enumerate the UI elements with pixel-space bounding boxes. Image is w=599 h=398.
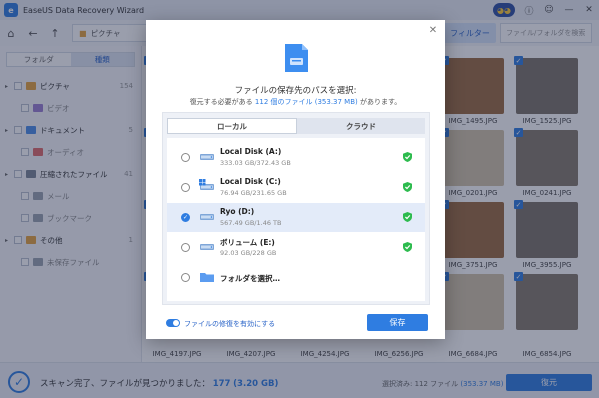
drive-option[interactable]: ✓ Ryo (D:) 567.49 GB/1.46 TB — [167, 203, 425, 232]
dialog-subtitle: 復元する必要がある 112 個のファイル (353.37 MB) があります。 — [189, 98, 402, 106]
shield-check-icon — [403, 242, 412, 252]
repair-toggle[interactable] — [166, 319, 180, 327]
drive-option[interactable]: ボリューム (E:) 92.03 GB/228 GB — [167, 233, 425, 262]
drive-icon — [200, 154, 214, 160]
radio[interactable] — [181, 273, 190, 282]
drive-size: 92.03 GB/228 GB — [220, 249, 277, 257]
shield-check-icon — [403, 152, 412, 162]
folder-icon — [200, 273, 214, 282]
tab-cloud[interactable]: クラウド — [297, 118, 425, 134]
windows-drive-icon — [199, 179, 214, 190]
shield-check-icon — [403, 212, 412, 222]
drive-size: 333.03 GB/372.43 GB — [220, 159, 291, 167]
drive-icon — [200, 244, 214, 250]
drive-name: Local Disk (A:) — [220, 147, 282, 156]
save-button[interactable]: 保存 — [367, 314, 428, 331]
close-icon[interactable]: ✕ — [427, 24, 439, 36]
drive-name: ボリューム (E:) — [220, 238, 275, 247]
drive-option[interactable]: Local Disk (C:) 76.94 GB/231.65 GB — [167, 173, 425, 202]
shield-check-icon — [403, 182, 412, 192]
radio[interactable] — [181, 153, 190, 162]
drive-name: フォルダを選択… — [220, 274, 280, 283]
location-tabs: ローカル クラウド — [167, 118, 425, 134]
radio[interactable] — [181, 183, 190, 192]
repair-toggle-label: ファイルの修復を有効にする — [184, 320, 276, 328]
drive-name: Ryo (D:) — [220, 207, 255, 216]
drive-option[interactable]: フォルダを選択… — [167, 263, 425, 292]
save-file-icon — [285, 44, 308, 72]
location-panel: ローカル クラウド Local Disk (A:) 333.03 GB/372.4… — [162, 112, 430, 305]
drive-list: Local Disk (A:) 333.03 GB/372.43 GB Local … — [167, 138, 425, 301]
drive-size: 76.94 GB/231.65 GB — [220, 189, 287, 197]
radio-selected[interactable]: ✓ — [181, 213, 190, 222]
drive-icon — [200, 214, 214, 220]
save-location-dialog: ✕ ファイルの保存先のパスを選択: 復元する必要がある 112 個のファイル (… — [146, 20, 445, 339]
tab-local[interactable]: ローカル — [167, 118, 297, 134]
drive-name: Local Disk (C:) — [220, 177, 281, 186]
dialog-title: ファイルの保存先のパスを選択: — [234, 86, 357, 96]
radio[interactable] — [181, 243, 190, 252]
drive-size: 567.49 GB/1.46 TB — [220, 219, 282, 227]
drive-option[interactable]: Local Disk (A:) 333.03 GB/372.43 GB — [167, 143, 425, 172]
